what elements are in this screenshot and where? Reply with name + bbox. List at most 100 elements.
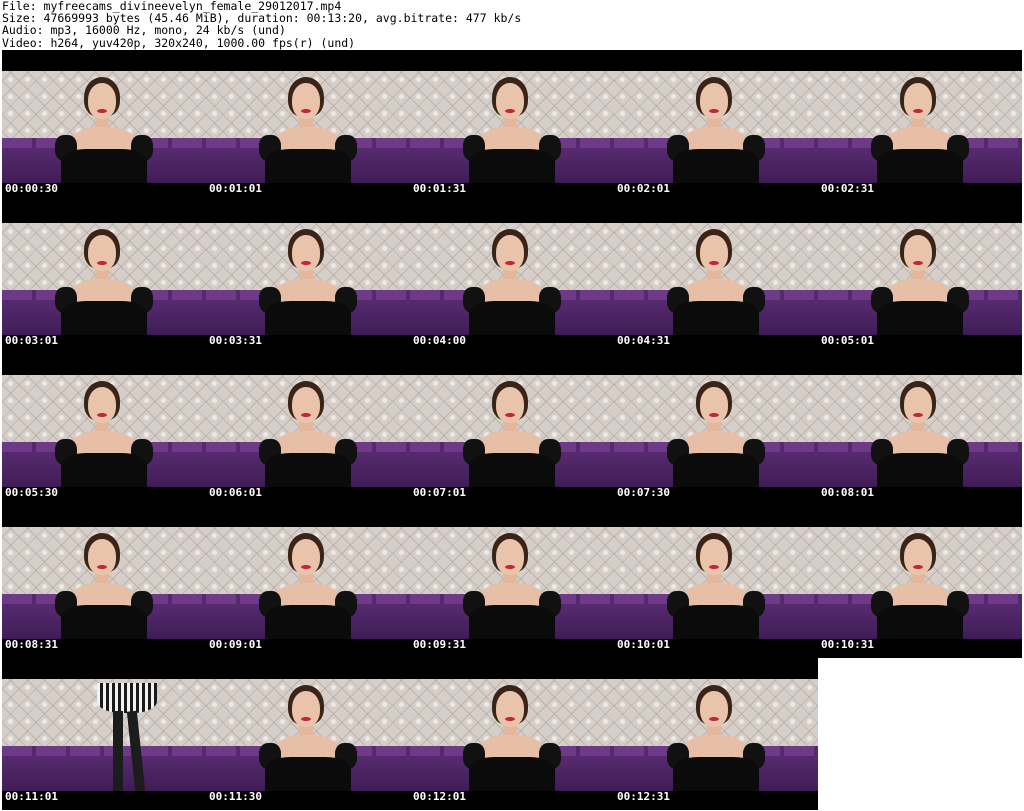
audio-info-line: Audio: mp3, 16000 Hz, mono, 24 kb/s (und… [2, 23, 286, 38]
thumbnail: 00:05:30 [2, 354, 206, 506]
thumbnail: 00:01:31 [410, 50, 614, 202]
person-figure [457, 223, 567, 335]
thumbnail: 00:12:31 [614, 658, 818, 810]
timestamp-label: 00:02:31 [821, 182, 874, 195]
timestamp-label: 00:09:31 [413, 638, 466, 651]
thumbnail: 00:03:01 [2, 202, 206, 354]
thumbnail: 00:07:01 [410, 354, 614, 506]
thumbnail: 00:12:01 [410, 658, 614, 810]
person-figure [253, 223, 363, 335]
timestamp-label: 00:12:01 [413, 790, 466, 803]
person-figure [49, 375, 159, 487]
timestamp-label: 00:11:30 [209, 790, 262, 803]
thumbnail: 00:00:30 [2, 50, 206, 202]
thumbnail: 00:04:31 [614, 202, 818, 354]
person-figure [49, 527, 159, 639]
person-figure [661, 223, 771, 335]
person-figure [253, 679, 363, 791]
timestamp-label: 00:07:30 [617, 486, 670, 499]
person-figure [253, 527, 363, 639]
timestamp-label: 00:12:31 [617, 790, 670, 803]
person-figure [49, 71, 159, 183]
video-frame-image [206, 71, 410, 183]
video-frame-image [614, 223, 818, 335]
thumbnail: 00:02:31 [818, 50, 1022, 202]
video-frame-image [818, 71, 1022, 183]
video-frame-image [614, 527, 818, 639]
person-figure [253, 71, 363, 183]
figure-legs [97, 679, 157, 791]
video-frame-image [818, 527, 1022, 639]
timestamp-label: 00:11:01 [5, 790, 58, 803]
person-figure [661, 679, 771, 791]
thumbnail-grid: 00:00:30 00:01:01 00:01:31 00:02:01 00:02:31… [0, 50, 1024, 811]
thumbnail: 00:02:01 [614, 50, 818, 202]
timestamp-label: 00:00:30 [5, 182, 58, 195]
video-frame-image [818, 223, 1022, 335]
timestamp-label: 00:03:31 [209, 334, 262, 347]
video-frame-image [206, 375, 410, 487]
person-figure [865, 71, 975, 183]
video-frame-image [614, 679, 818, 791]
video-frame-image [818, 375, 1022, 487]
video-frame-image [614, 375, 818, 487]
thumbnail: 00:04:00 [410, 202, 614, 354]
person-figure [865, 223, 975, 335]
timestamp-label: 00:06:01 [209, 486, 262, 499]
timestamp-label: 00:09:01 [209, 638, 262, 651]
video-frame-image [2, 223, 206, 335]
timestamp-label: 00:03:01 [5, 334, 58, 347]
timestamp-label: 00:10:31 [821, 638, 874, 651]
thumbnail: 00:08:01 [818, 354, 1022, 506]
video-frame-image [2, 71, 206, 183]
thumbnail: 00:07:30 [614, 354, 818, 506]
file-info-header: File: myfreecams_divineevelyn_female_290… [2, 0, 1022, 50]
thumbnail: 00:08:31 [2, 506, 206, 658]
person-figure [661, 375, 771, 487]
thumbnail: 00:10:31 [818, 506, 1022, 658]
thumbnail: 00:11:01 [2, 658, 206, 810]
thumbnail: 00:10:01 [614, 506, 818, 658]
video-frame-image [410, 375, 614, 487]
thumbnail: 00:06:01 [206, 354, 410, 506]
thumbnail: 00:11:30 [206, 658, 410, 810]
thumbnail: 00:05:01 [818, 202, 1022, 354]
timestamp-label: 00:08:31 [5, 638, 58, 651]
thumbnail: 00:03:31 [206, 202, 410, 354]
video-frame-image [410, 223, 614, 335]
person-figure [457, 679, 567, 791]
person-figure [661, 71, 771, 183]
video-frame-image [410, 71, 614, 183]
video-frame-image [206, 223, 410, 335]
video-frame-image [206, 527, 410, 639]
person-figure [49, 223, 159, 335]
timestamp-label: 00:04:31 [617, 334, 670, 347]
person-figure [457, 527, 567, 639]
thumbnail: 00:09:01 [206, 506, 410, 658]
person-figure [457, 71, 567, 183]
thumbnail: 00:01:01 [206, 50, 410, 202]
timestamp-label: 00:05:30 [5, 486, 58, 499]
video-frame-image [410, 527, 614, 639]
timestamp-label: 00:02:01 [617, 182, 670, 195]
video-frame-image [2, 679, 206, 791]
person-figure [253, 375, 363, 487]
timestamp-label: 00:04:00 [413, 334, 466, 347]
timestamp-label: 00:01:01 [209, 182, 262, 195]
person-figure [661, 527, 771, 639]
video-info-line: Video: h264, yuv420p, 320x240, 1000.00 f… [2, 35, 356, 50]
video-frame-image [410, 679, 614, 791]
person-figure [457, 375, 567, 487]
timestamp-label: 00:01:31 [413, 182, 466, 195]
person-figure [865, 527, 975, 639]
video-frame-image [206, 679, 410, 791]
timestamp-label: 00:10:01 [617, 638, 670, 651]
video-frame-image [2, 375, 206, 487]
video-frame-image [2, 527, 206, 639]
thumbnail: 00:09:31 [410, 506, 614, 658]
timestamp-label: 00:07:01 [413, 486, 466, 499]
timestamp-label: 00:05:01 [821, 334, 874, 347]
person-figure [865, 375, 975, 487]
video-frame-image [614, 71, 818, 183]
timestamp-label: 00:08:01 [821, 486, 874, 499]
